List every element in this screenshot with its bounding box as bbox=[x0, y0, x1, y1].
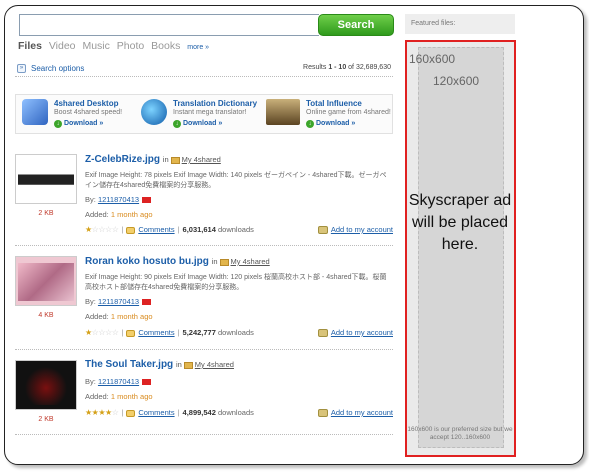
result-meta: ★★★★☆ | Comments | 4,899,542 downloads bbox=[85, 408, 254, 417]
add-to-account-link[interactable]: Add to my account bbox=[317, 328, 393, 338]
thumbnail-image bbox=[18, 263, 74, 301]
file-thumbnail[interactable] bbox=[15, 154, 77, 204]
file-description: Exif Image Height: 78 pixels Exif Image … bbox=[85, 172, 387, 189]
flag-icon bbox=[142, 379, 152, 386]
file-thumbnail[interactable] bbox=[15, 360, 77, 410]
promo-title[interactable]: Translation Dictionary bbox=[173, 99, 257, 108]
search-options-bar: » Search options Results 1 - 10 of 32,68… bbox=[15, 61, 393, 77]
rating-stars[interactable]: ★★★★☆ bbox=[85, 408, 119, 417]
download-count: 4,899,542 bbox=[182, 408, 216, 417]
comments-link[interactable]: Comments bbox=[138, 225, 174, 234]
promo-subtitle: Boost 4shared speed! bbox=[54, 109, 123, 116]
folder-link[interactable]: My 4shared bbox=[182, 155, 221, 164]
folder-info: in My 4shared bbox=[175, 360, 234, 369]
add-to-account-link[interactable]: Add to my account bbox=[317, 225, 393, 235]
folder-icon bbox=[170, 156, 180, 164]
folder-link[interactable]: My 4shared bbox=[231, 257, 270, 266]
download-count: 6,031,614 bbox=[182, 225, 216, 234]
download-arrow-icon: ↓ bbox=[306, 120, 314, 128]
comment-icon bbox=[126, 226, 136, 234]
rating-stars[interactable]: ★☆☆☆☆ bbox=[85, 328, 119, 337]
added-info: Added: 1 month ago bbox=[85, 210, 153, 219]
add-account-icon bbox=[317, 329, 328, 338]
file-link[interactable]: Roran koko hosuto bu.jpg bbox=[85, 256, 209, 267]
add-account-icon bbox=[317, 409, 328, 418]
tab-video[interactable]: Video bbox=[49, 40, 76, 52]
folder-icon bbox=[219, 258, 229, 266]
result-title: Z-CelebRize.jpg in My 4shared bbox=[85, 154, 221, 165]
tab-books[interactable]: Books bbox=[151, 40, 180, 52]
file-type-tabs: Files Video Music Photo Books more » bbox=[18, 40, 213, 52]
expand-icon[interactable]: » bbox=[17, 64, 26, 73]
result-item: 2 KB Z-CelebRize.jpg in My 4shared Exif I… bbox=[15, 146, 393, 246]
result-item: 2 KB The Soul Taker.jpg in My 4shared By:… bbox=[15, 350, 393, 435]
download-count: 5,242,777 bbox=[182, 328, 216, 337]
results-summary: Results 1 - 10 of 32,689,630 bbox=[303, 64, 391, 71]
result-title: The Soul Taker.jpg in My 4shared bbox=[85, 359, 234, 370]
add-to-account-link[interactable]: Add to my account bbox=[317, 408, 393, 418]
promo-download-link[interactable]: ↓ Download » bbox=[54, 120, 103, 128]
tab-music[interactable]: Music bbox=[82, 40, 109, 52]
ad-size-label: 120x600 bbox=[433, 74, 480, 88]
comment-icon bbox=[126, 329, 136, 337]
file-size: 2 KB bbox=[38, 416, 54, 423]
promo-title[interactable]: Total Influence bbox=[306, 99, 362, 108]
more-link[interactable]: more » bbox=[187, 44, 209, 51]
result-meta: ★☆☆☆☆ | Comments | 6,031,614 downloads bbox=[85, 225, 254, 234]
flag-icon bbox=[142, 299, 152, 306]
result-title: Roran koko hosuto bu.jpg in My 4shared bbox=[85, 256, 270, 267]
uploader-link[interactable]: 1211870413 bbox=[98, 377, 139, 386]
promo-strip: 4shared Desktop Boost 4shared speed! ↓ Do… bbox=[15, 94, 393, 134]
ad-placeholder-highlight: 160x600 120x600 Skyscraper ad will be pl… bbox=[405, 40, 516, 457]
file-link[interactable]: The Soul Taker.jpg bbox=[85, 359, 173, 370]
desktop-app-icon bbox=[22, 99, 48, 125]
download-arrow-icon: ↓ bbox=[54, 120, 62, 128]
promo-download-link[interactable]: ↓ Download » bbox=[173, 120, 222, 128]
search-button[interactable]: Search bbox=[318, 14, 394, 36]
featured-files-header: Featured files: bbox=[405, 14, 515, 34]
tab-photo[interactable]: Photo bbox=[117, 40, 144, 52]
comments-link[interactable]: Comments bbox=[138, 408, 174, 417]
tab-files[interactable]: Files bbox=[18, 40, 42, 52]
uploader-info: By: 1211870413 bbox=[85, 377, 152, 386]
file-description: Exif Image Height: 90 pixels Exif Image … bbox=[85, 274, 387, 291]
dictionary-app-icon bbox=[141, 99, 167, 125]
ad-size-label: 160x600 bbox=[409, 52, 456, 66]
file-link[interactable]: Z-CelebRize.jpg bbox=[85, 154, 160, 165]
search-options-link[interactable]: Search options bbox=[31, 64, 84, 73]
uploader-info: By: 1211870413 bbox=[85, 195, 152, 204]
ad-size-note: 160x600 is our preferred size but we acc… bbox=[407, 426, 513, 441]
folder-link[interactable]: My 4shared bbox=[195, 360, 234, 369]
added-info: Added: 1 month ago bbox=[85, 392, 153, 401]
added-info: Added: 1 month ago bbox=[85, 312, 153, 321]
folder-info: in My 4shared bbox=[211, 257, 270, 266]
uploader-link[interactable]: 1211870413 bbox=[98, 195, 139, 204]
file-size: 2 KB bbox=[38, 210, 54, 217]
flag-icon bbox=[142, 197, 152, 204]
search-input[interactable] bbox=[19, 14, 319, 36]
rating-stars[interactable]: ★☆☆☆☆ bbox=[85, 225, 119, 234]
file-thumbnail[interactable] bbox=[15, 256, 77, 306]
comment-icon bbox=[126, 409, 136, 417]
ad-placeholder-text: Skyscraper ad will be placed here. bbox=[408, 192, 512, 253]
page-frame: Search Files Video Music Photo Books mor… bbox=[4, 5, 584, 465]
folder-icon bbox=[183, 361, 193, 369]
result-item: 4 KB Roran koko hosuto bu.jpg in My 4shar… bbox=[15, 246, 393, 350]
comments-link[interactable]: Comments bbox=[138, 328, 174, 337]
file-size: 4 KB bbox=[38, 312, 54, 319]
promo-subtitle: Instant mega translator! bbox=[173, 109, 247, 116]
result-meta: ★☆☆☆☆ | Comments | 5,242,777 downloads bbox=[85, 328, 254, 337]
promo-download-link[interactable]: ↓ Download » bbox=[306, 120, 355, 128]
thumbnail-image bbox=[18, 161, 74, 199]
promo-title[interactable]: 4shared Desktop bbox=[54, 99, 118, 108]
thumbnail-image bbox=[18, 367, 74, 405]
uploader-info: By: 1211870413 bbox=[85, 297, 152, 306]
add-account-icon bbox=[317, 226, 328, 235]
game-icon bbox=[266, 99, 300, 125]
uploader-link[interactable]: 1211870413 bbox=[98, 297, 139, 306]
download-arrow-icon: ↓ bbox=[173, 120, 181, 128]
folder-info: in My 4shared bbox=[162, 155, 221, 164]
promo-subtitle: Online game from 4shared! bbox=[306, 109, 391, 116]
